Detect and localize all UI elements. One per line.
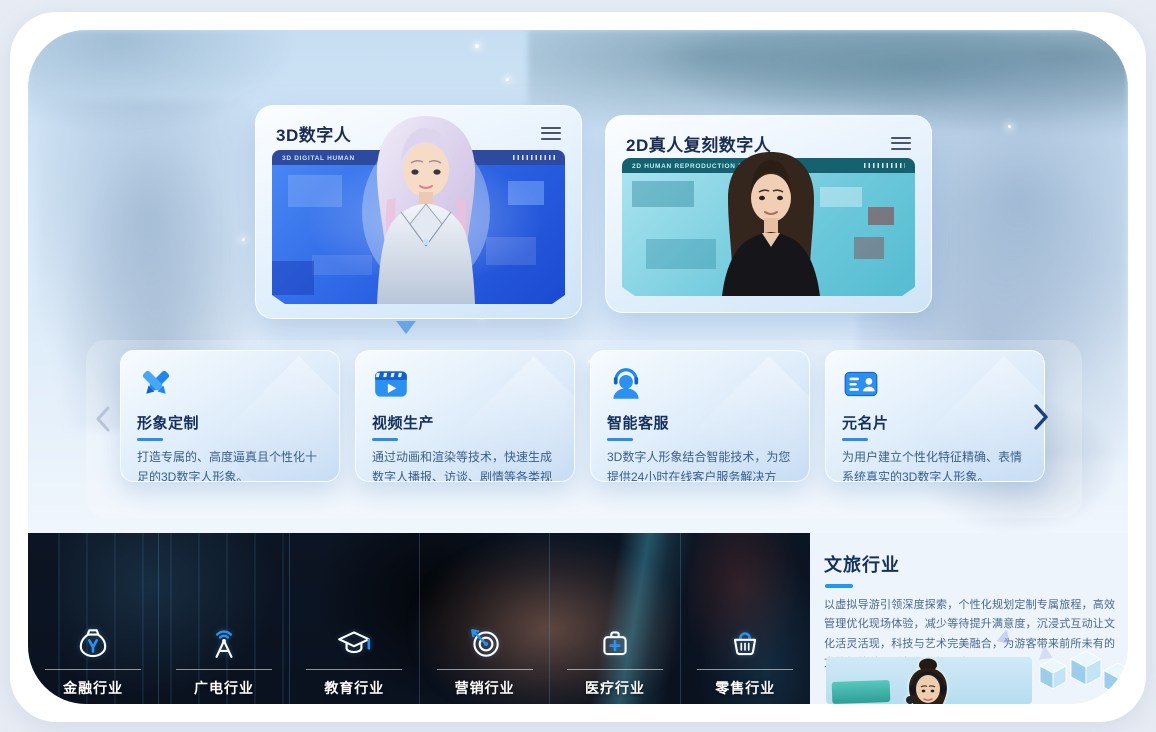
video-clip-icon xyxy=(372,365,410,403)
carousel-next-button[interactable] xyxy=(1028,400,1054,434)
industry-grid: 金融行业 广电行业 xyxy=(28,533,810,704)
feature-title: 视频生产 xyxy=(372,412,558,433)
feature-description: 打造专属的、高度逼真且个性化十足的3D数字人形象。 xyxy=(137,448,323,482)
industry-item-education[interactable]: 教育行业 xyxy=(289,533,419,704)
chevron-right-icon xyxy=(1033,404,1049,430)
industry-label: 医疗行业 xyxy=(585,678,645,698)
podium-decoration xyxy=(832,680,891,704)
divider-line xyxy=(176,669,272,670)
target-icon xyxy=(467,625,503,661)
medical-kit-icon xyxy=(597,625,633,661)
title-underline xyxy=(372,438,398,441)
industry-item-medical[interactable]: 医疗行业 xyxy=(549,533,679,704)
page-background: 3D数字人 3D DIGITAL HUMAN xyxy=(0,0,1156,732)
feature-card-image-customization[interactable]: 形象定制 打造专属的、高度逼真且个性化十足的3D数字人形象。 xyxy=(120,350,340,482)
industry-item-finance[interactable]: 金融行业 xyxy=(28,533,158,704)
industry-detail-panel: 文旅行业 以虚拟导游引领深度探索，个性化规划定制专属旅程，高效管理优化现场体验，… xyxy=(810,533,1128,704)
shopping-basket-icon xyxy=(727,625,763,661)
card-title: 3D数字人 xyxy=(276,121,351,146)
divider-line xyxy=(45,669,141,670)
industry-item-retail[interactable]: 零售行业 xyxy=(680,533,810,704)
feature-description: 3D数字人形象结合智能技术，为您提供24小时在线客户服务解决方案。 xyxy=(607,448,793,482)
card-3d-digital-human[interactable]: 3D数字人 3D DIGITAL HUMAN xyxy=(255,105,582,319)
banner-ticks-decoration xyxy=(864,163,905,168)
detail-title: 文旅行业 xyxy=(824,551,1128,577)
feature-title: 形象定制 xyxy=(137,412,323,433)
chevron-left-icon xyxy=(95,406,111,432)
ice-cubes-decoration xyxy=(1038,651,1128,704)
customer-service-icon xyxy=(607,365,645,403)
id-card-icon xyxy=(842,365,880,403)
tour-guide-avatar xyxy=(892,658,964,704)
feature-card-video-production[interactable]: 视频生产 通过动画和渲染等技术，快速生成数字人播报、访谈、剧情等各类视频作品。 xyxy=(355,350,575,482)
graduation-cap-icon xyxy=(336,625,372,661)
menu-icon[interactable] xyxy=(891,137,911,150)
divider-line xyxy=(697,669,793,670)
banner-ticks-decoration xyxy=(513,155,555,160)
industries-dark-panel: 金融行业 广电行业 xyxy=(28,533,810,704)
divider-line xyxy=(437,669,533,670)
title-underline xyxy=(607,438,633,441)
title-underline xyxy=(137,438,163,441)
main-content: 3D数字人 3D DIGITAL HUMAN xyxy=(28,30,1128,704)
card-2d-replica-digital-human[interactable]: 2D真人复刻数字人 2D HUMAN REPRODUCTION DIGITAL … xyxy=(605,115,932,313)
industries-section: 金融行业 广电行业 xyxy=(28,533,1128,704)
feature-description: 为用户建立个性化特征精确、表情系统真实的3D数字人形象。 xyxy=(842,448,1028,482)
tour-guide-image xyxy=(826,657,1032,704)
avatar-real-woman xyxy=(696,146,846,296)
card-header: 3D数字人 xyxy=(256,106,581,146)
title-underline xyxy=(825,584,853,588)
feature-title: 元名片 xyxy=(842,412,1028,433)
industry-item-broadcast[interactable]: 广电行业 xyxy=(158,533,288,704)
divider-line xyxy=(567,669,663,670)
industry-item-marketing[interactable]: 营销行业 xyxy=(419,533,549,704)
industry-label: 广电行业 xyxy=(194,678,254,698)
title-underline xyxy=(842,438,868,441)
sparkle-decoration xyxy=(242,238,245,241)
feature-description: 通过动画和渲染等技术，快速生成数字人播报、访谈、剧情等各类视频作品。 xyxy=(372,448,558,482)
feature-card-meta-business-card[interactable]: 元名片 为用户建立个性化特征精确、表情系统真实的3D数字人形象。 xyxy=(825,350,1045,482)
industry-label: 金融行业 xyxy=(63,678,123,698)
feature-title: 智能客服 xyxy=(607,412,793,433)
divider-line xyxy=(306,669,402,670)
carousel-prev-button[interactable] xyxy=(90,402,116,436)
industry-label: 营销行业 xyxy=(455,678,515,698)
menu-icon[interactable] xyxy=(541,127,561,140)
hero-section: 3D数字人 3D DIGITAL HUMAN xyxy=(28,30,1128,533)
broadcast-tower-icon xyxy=(206,625,242,661)
feature-card-smart-customer-service[interactable]: 智能客服 3D数字人形象结合智能技术，为您提供24小时在线客户服务解决方案。 xyxy=(590,350,810,482)
active-card-indicator xyxy=(396,321,416,334)
sparkle-decoration xyxy=(475,44,479,48)
card-header: 2D真人复刻数字人 xyxy=(606,116,931,156)
industry-label: 教育行业 xyxy=(324,678,384,698)
card-title: 2D真人复刻数字人 xyxy=(626,131,771,156)
industry-label: 零售行业 xyxy=(715,678,775,698)
money-bag-icon xyxy=(75,625,111,661)
sparkle-decoration xyxy=(1008,125,1011,128)
crossed-pens-icon xyxy=(137,365,175,403)
sparkle-decoration xyxy=(506,78,509,81)
